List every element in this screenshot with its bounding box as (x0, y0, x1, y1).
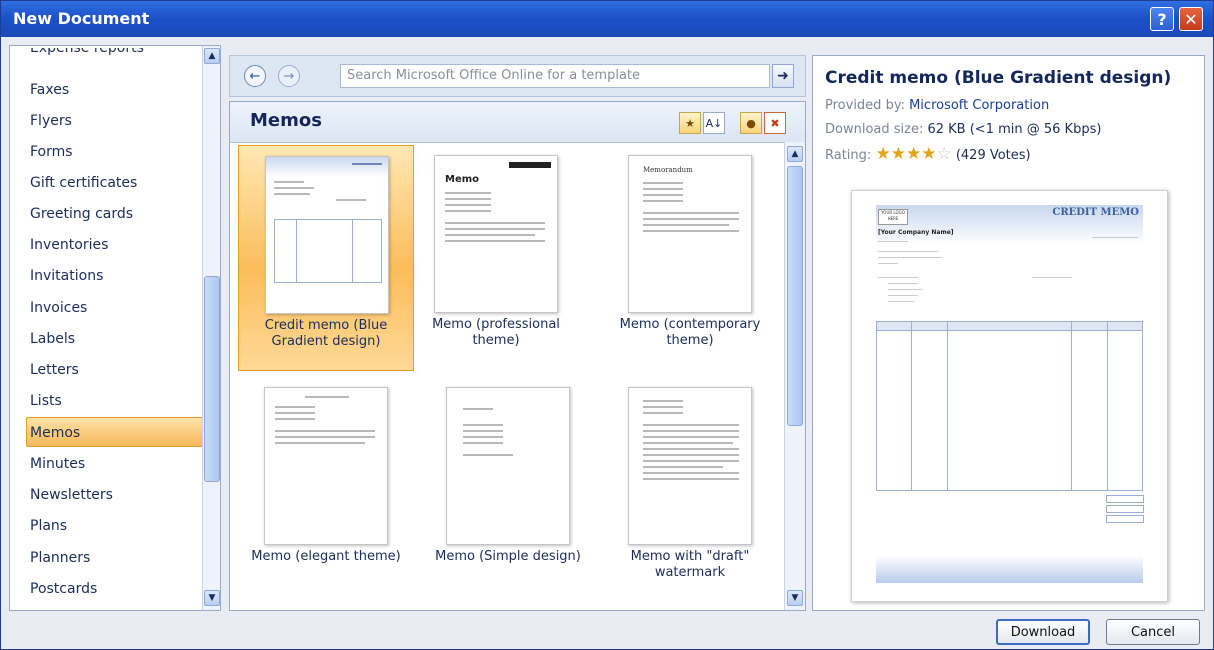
download-size-row: Download size: 62 KB (<1 min @ 56 Kbps) (825, 122, 1101, 137)
template-caption: Memo with "draft" watermark (630, 549, 750, 580)
download-size-label: Download size: (825, 122, 924, 137)
search-input[interactable]: Search Microsoft Office Online for a tem… (340, 64, 770, 88)
close-icon: ✕ (1184, 9, 1198, 29)
category-item-invitations[interactable]: Invitations (30, 268, 103, 284)
category-item-flyers[interactable]: Flyers (30, 113, 72, 129)
template-pane: ← → Search Microsoft Office Online for a… (229, 55, 806, 611)
template-tile-memo-contemporary[interactable]: Memorandum Memo (contemporary theme) (602, 145, 778, 371)
category-item-labels[interactable]: Labels (30, 331, 75, 347)
template-tile-memo-draft[interactable]: Memo with "draft" watermark (602, 377, 778, 603)
template-tile-memo-simple[interactable]: Memo (Simple design) (420, 377, 596, 603)
category-item-inventories[interactable]: Inventories (30, 237, 108, 253)
gallery-header: Memos ★ A↓ ● ✖ (230, 102, 805, 143)
star-empty-icon[interactable]: ☆ (936, 144, 951, 164)
template-tile-credit-memo[interactable]: Credit memo (Blue Gradient design) (238, 145, 414, 371)
forward-arrow-icon: → (283, 68, 295, 84)
category-item-greeting-cards[interactable]: Greeting cards (30, 206, 133, 222)
template-caption: Memo (elegant theme) (251, 549, 401, 564)
rating-row: Rating: ★★★★☆ (429 Votes) (825, 144, 1031, 164)
gallery-scrollbar[interactable]: ▲ ▼ (784, 142, 805, 610)
back-button[interactable]: ← (244, 65, 266, 87)
preview-table (876, 321, 1143, 491)
gallery-scrollbar-thumb[interactable] (787, 166, 803, 426)
search-go-button[interactable]: ➜ (772, 64, 794, 88)
cancel-button[interactable]: Cancel (1106, 619, 1200, 645)
category-item-letters[interactable]: Letters (30, 362, 79, 378)
provided-by-row: Provided by: Microsoft Corporation (825, 98, 1049, 113)
remove-user-icon[interactable]: ✖ (764, 112, 786, 134)
help-button[interactable]: ? (1150, 7, 1174, 31)
search-bar: ← → Search Microsoft Office Online for a… (229, 55, 806, 97)
template-title: Credit memo (Blue Gradient design) (825, 68, 1172, 88)
preview-heading: CREDIT MEMO (1052, 207, 1139, 218)
scroll-down-button[interactable]: ▼ (204, 590, 220, 606)
star-icon[interactable]: ★ (921, 144, 936, 164)
category-item-memos[interactable]: Memos (30, 425, 80, 441)
category-item-postcards[interactable]: Postcards (30, 581, 97, 597)
title-bar: New Document ? ✕ (1, 1, 1213, 37)
download-button[interactable]: Download (996, 619, 1090, 645)
template-thumbnail: Memorandum (628, 155, 752, 313)
sort-by-rating-icon[interactable]: ★ (679, 112, 701, 134)
help-icon: ? (1157, 9, 1167, 29)
template-thumbnail: Memo (434, 155, 558, 313)
template-caption: Memo (Simple design) (435, 549, 581, 564)
template-caption: Memo (professional theme) (432, 317, 560, 348)
star-icon[interactable]: ★ (875, 144, 890, 164)
provided-by-label: Provided by: (825, 98, 905, 113)
thumb-memorandum-label: Memorandum (643, 166, 693, 174)
template-tile-memo-elegant[interactable]: Memo (elegant theme) (238, 377, 414, 603)
category-item-gift-certificates[interactable]: Gift certificates (30, 175, 137, 191)
category-item-expense-reports[interactable]: Expense reports (30, 48, 144, 58)
template-caption: Memo (contemporary theme) (619, 317, 761, 348)
category-item-faxes[interactable]: Faxes (30, 82, 69, 98)
dialog-title: New Document (13, 9, 150, 28)
provided-by-value[interactable]: Microsoft Corporation (909, 98, 1049, 113)
user-icon[interactable]: ● (740, 112, 762, 134)
template-thumbnail (628, 387, 752, 545)
category-item-lists[interactable]: Lists (30, 393, 62, 409)
template-gallery: Memos ★ A↓ ● ✖ Credit memo (Blue Gradien… (229, 101, 806, 611)
category-item-minutes[interactable]: Minutes (30, 456, 85, 472)
star-icon[interactable]: ★ (906, 144, 921, 164)
template-details-pane: Credit memo (Blue Gradient design) Provi… (812, 55, 1205, 611)
category-scrollbar[interactable]: ▲ ▼ (202, 46, 220, 610)
preview-logo: YOUR LOGO HERE (878, 209, 908, 225)
category-item-newsletters[interactable]: Newsletters (30, 487, 113, 503)
preview-company: [Your Company Name] (878, 229, 954, 236)
scroll-up-button[interactable]: ▲ (204, 48, 220, 64)
sort-alphabetical-icon[interactable]: A↓ (703, 112, 725, 134)
template-thumbnail (265, 156, 389, 314)
rating-votes: (429 Votes) (955, 148, 1031, 163)
rating-label: Rating: (825, 148, 872, 163)
scrollbar-thumb[interactable] (204, 276, 220, 482)
category-item-invoices[interactable]: Invoices (30, 300, 87, 316)
download-size-value: 62 KB (<1 min @ 56 Kbps) (927, 122, 1102, 137)
forward-button[interactable]: → (278, 65, 300, 87)
category-item-forms[interactable]: Forms (30, 144, 73, 160)
gallery-scroll-down-button[interactable]: ▼ (787, 590, 803, 606)
template-caption: Credit memo (Blue Gradient design) (264, 318, 388, 349)
go-arrow-icon: ➜ (777, 68, 789, 84)
close-button[interactable]: ✕ (1179, 7, 1203, 31)
gallery-scroll-up-button[interactable]: ▲ (787, 146, 803, 162)
category-list: Expense reports Faxes Flyers Forms Gift … (9, 45, 221, 611)
template-thumbnail (264, 387, 388, 545)
template-thumbnail (446, 387, 570, 545)
template-tile-memo-professional[interactable]: Memo Memo (professional theme) (408, 145, 584, 371)
gallery-title: Memos (250, 110, 322, 131)
category-item-plans[interactable]: Plans (30, 518, 67, 534)
category-item-planners[interactable]: Planners (30, 550, 90, 566)
back-arrow-icon: ← (249, 68, 261, 84)
new-document-dialog: New Document ? ✕ Expense reports Faxes F… (0, 0, 1214, 650)
star-icon[interactable]: ★ (891, 144, 906, 164)
thumb-memo-label: Memo (445, 174, 480, 185)
template-preview: YOUR LOGO HERE CREDIT MEMO [Your Company… (851, 190, 1168, 602)
